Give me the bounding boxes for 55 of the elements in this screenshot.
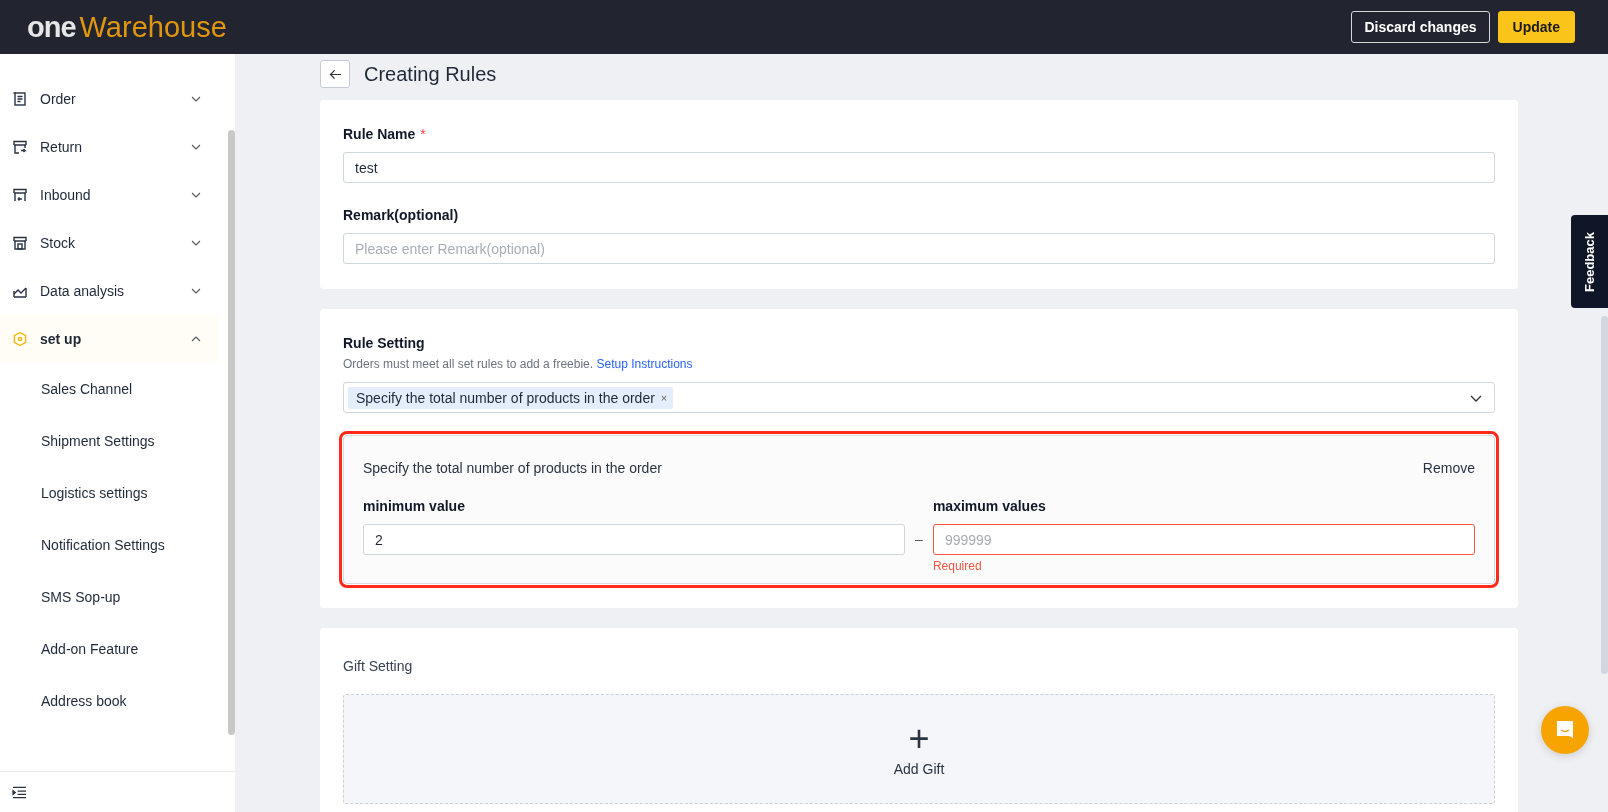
sidebar-subitem[interactable]: Shipment Settings [0,415,155,467]
input-field[interactable]: 2 [363,524,906,555]
required-asterisk-icon: * [420,126,426,142]
collapse-menu-icon[interactable] [12,785,27,799]
sidebar-subitem[interactable]: Add-on Feature [0,623,139,675]
section-title: Rule Setting [343,335,426,351]
add-gift-button[interactable]: + Add Gift [343,694,1495,804]
hexagon-icon [12,331,28,347]
range-separator: – [915,531,923,547]
logo: oneWarehouse [27,10,227,44]
sidebar-item[interactable]: Data analysis [0,267,218,315]
error-message: Required [932,559,983,573]
input-field[interactable]: 999999 [932,524,1475,555]
selected-tag: Specify the total number of products in the order × [348,386,674,409]
sidebar-label: Data analysis [39,283,126,299]
chat-button[interactable] [1541,706,1589,754]
discard-button[interactable]: Discard changes [1351,11,1490,43]
input-field[interactable]: test [343,152,1495,183]
feedback-tab[interactable]: Feedback [1571,215,1608,308]
scrollbar[interactable] [1601,316,1608,674]
remove-link[interactable]: Remove [1422,460,1475,476]
receipt-icon [12,91,28,107]
sidebar-item[interactable]: Inbound [0,171,218,219]
page-title: Creating Rules [364,62,497,86]
field-label: minimum value [363,498,466,514]
section-title: Gift Setting [343,658,414,674]
field-label: Rule Name * [343,126,427,142]
store-return-icon [12,139,28,155]
store-icon [12,235,28,251]
description-text: Orders must meet all set rules to add a freebie. [343,357,594,371]
back-button[interactable] [320,60,350,88]
setup-instructions-link[interactable]: Setup Instructions [596,357,693,371]
sidebar-label: set up [39,331,83,347]
back-arrow-icon [328,68,342,80]
field-label: Remark(optional) [343,207,460,223]
sidebar-subitem[interactable]: SMS Sop-up [0,571,121,623]
sidebar-subitem[interactable]: Notification Settings [0,519,165,571]
store-inbound-icon [12,187,28,203]
scrollbar[interactable] [228,130,235,735]
sidebar-item[interactable]: Order [0,75,218,123]
sidebar-subitem[interactable]: Logistics settings [0,467,148,519]
sidebar-label: Order [39,91,77,107]
sidebar-subitem[interactable]: Sales Channel [0,363,133,415]
sidebar-subitem[interactable]: Address book [0,675,127,727]
rule-title: Specify the total number of products in the order [363,460,662,476]
sidebar-item[interactable]: Return [0,123,218,171]
multi-select-field[interactable]: Specify the total number of products in the order × [343,382,1495,413]
sidebar-item[interactable]: Stock [0,219,218,267]
field-label: maximum values [932,498,1047,514]
sidebar-label: Stock [39,235,76,251]
sidebar-item[interactable]: set up [0,315,218,363]
close-icon[interactable]: × [660,391,668,404]
update-button[interactable]: Update [1497,11,1575,43]
sidebar-label: Inbound [39,187,92,203]
sidebar-label: Return [39,139,84,155]
